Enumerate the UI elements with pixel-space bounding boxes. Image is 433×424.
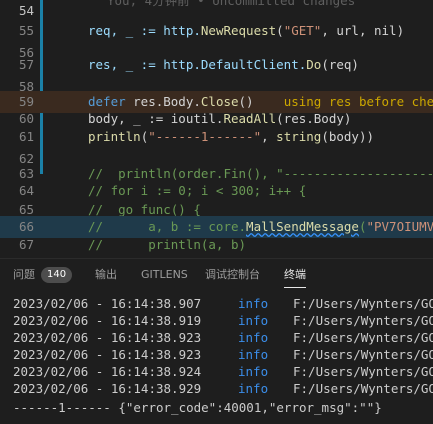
code-token: (res.Body) [276,111,352,126]
code-token: "GET" [283,23,322,38]
log-timestamp: 2023/02/06 - 16:14:38.923 [13,330,202,345]
tab-label: 输出 [95,268,117,281]
code-token: , [261,129,277,144]
code-token: req, _ := http. [88,23,201,38]
log-timestamp: 2023/02/06 - 16:14:38.923 [13,347,202,362]
log-path: F:/Users/Wynters/GO/ [293,364,433,379]
code-token: Close [200,94,239,109]
log-level: info [238,347,269,362]
code-comment: // println(a, b) [88,237,247,252]
log-timestamp: 2023/02/06 - 16:14:38.924 [13,364,202,379]
code-token: Do [306,57,322,72]
log-path: F:/Users/Wynters/GO/ [293,313,433,328]
code-token: () [238,94,254,109]
code-token: (body)) [321,129,375,144]
code-token: res, _ := http.DefaultClient. [88,57,307,72]
terminal-row: 2023/02/06 - 16:14:38.923 info F:/Users/… [0,329,433,346]
terminal-row: 2023/02/06 - 16:14:38.907 info F:/Users/… [0,295,433,312]
code-text: println("------1------", string(body)) [88,126,374,148]
code-editor[interactable]: 54 You, 4分钟前 • Uncommitted changes 55 re… [0,0,433,258]
code-token: res.Body. [133,94,201,109]
tab-label: 终端 [284,268,306,281]
code-line[interactable]: 55 req, _ := http.NewRequest("GET", url,… [0,20,433,42]
tab-output[interactable]: 输出 [95,259,117,291]
log-path: F:/Users/Wynters/GO/ [293,296,433,311]
tab-label: GITLENS [141,268,188,281]
tab-gitlens[interactable]: GITLENS [141,259,188,291]
code-token: // a, b := core. [88,219,247,234]
tab-debug-console[interactable]: 调试控制台 [205,259,260,291]
log-level: info [238,381,269,396]
log-level: info [238,296,269,311]
code-token: ReadAll [223,111,277,126]
terminal-row: 2023/02/06 - 16:14:38.929 info F:/Users/… [0,380,433,397]
code-token: defer [88,94,134,109]
log-timestamp: 2023/02/06 - 16:14:38.929 [13,381,202,396]
line-number: 54 [18,3,34,18]
code-token: string [276,129,322,144]
log-path: F:/Users/Wynters/GO/ [293,330,433,345]
line-number: 67 [18,237,34,252]
code-line[interactable]: 61 println("------1------", string(body)… [0,126,433,148]
terminal-row: 2023/02/06 - 16:14:38.923 info F:/Users/… [0,346,433,363]
code-token: MallSendMessage [246,219,359,234]
code-token: println [88,129,141,144]
line-number: 57 [18,57,34,72]
code-token: , url, nil) [321,23,405,38]
inline-warning-text: using res before chec [253,94,433,109]
code-text: req, _ := http.NewRequest("GET", url, ni… [88,20,404,42]
code-line[interactable]: 67 // println(a, b) [0,234,433,256]
code-token: NewRequest [200,23,277,38]
code-text: res, _ := http.DefaultClient.Do(req) [88,54,359,76]
code-line[interactable]: 54 You, 4分钟前 • Uncommitted changes [0,0,433,22]
code-token: "------1------" [148,129,262,144]
log-path: F:/Users/Wynters/GO/ [293,347,433,362]
code-token: (req) [321,57,359,72]
log-timestamp: 2023/02/06 - 16:14:38.919 [13,313,202,328]
log-timestamp: 2023/02/06 - 16:14:38.907 [13,296,202,311]
problems-count-badge: 140 [41,267,73,283]
line-number: 55 [18,23,34,38]
git-blame-annotation: You, 4分钟前 • Uncommitted changes [107,0,356,8]
code-token: ( [276,23,284,38]
terminal-row: 2023/02/06 - 16:14:38.919 info F:/Users/… [0,312,433,329]
log-level: info [238,330,269,345]
tab-label: 问题 [13,268,35,281]
code-token: "PV7OIUMVE [366,219,433,234]
tab-terminal[interactable]: 终端 [284,259,306,291]
program-output: ------1------ {"error_code":40001,"error… [13,400,382,415]
tab-problems[interactable]: 问题 140 [13,259,73,291]
log-path: F:/Users/Wynters/GO/ [293,381,433,396]
panel-tab-bar: 问题 140 输出 GITLENS 调试控制台 终端 [0,258,433,291]
log-level: info [238,364,269,379]
terminal-row: 2023/02/06 - 16:14:38.924 info F:/Users/… [0,363,433,380]
code-token: body, _ := ioutil. [88,111,224,126]
code-line[interactable]: 57 res, _ := http.DefaultClient.Do(req) [0,54,433,76]
tab-label: 调试控制台 [205,268,260,281]
log-level: info [238,313,269,328]
line-number: 61 [18,129,34,144]
terminal-row: ------1------ {"error_code":40001,"error… [0,399,433,416]
terminal-output[interactable]: 2023/02/06 - 16:14:38.907 info F:/Users/… [0,290,433,424]
